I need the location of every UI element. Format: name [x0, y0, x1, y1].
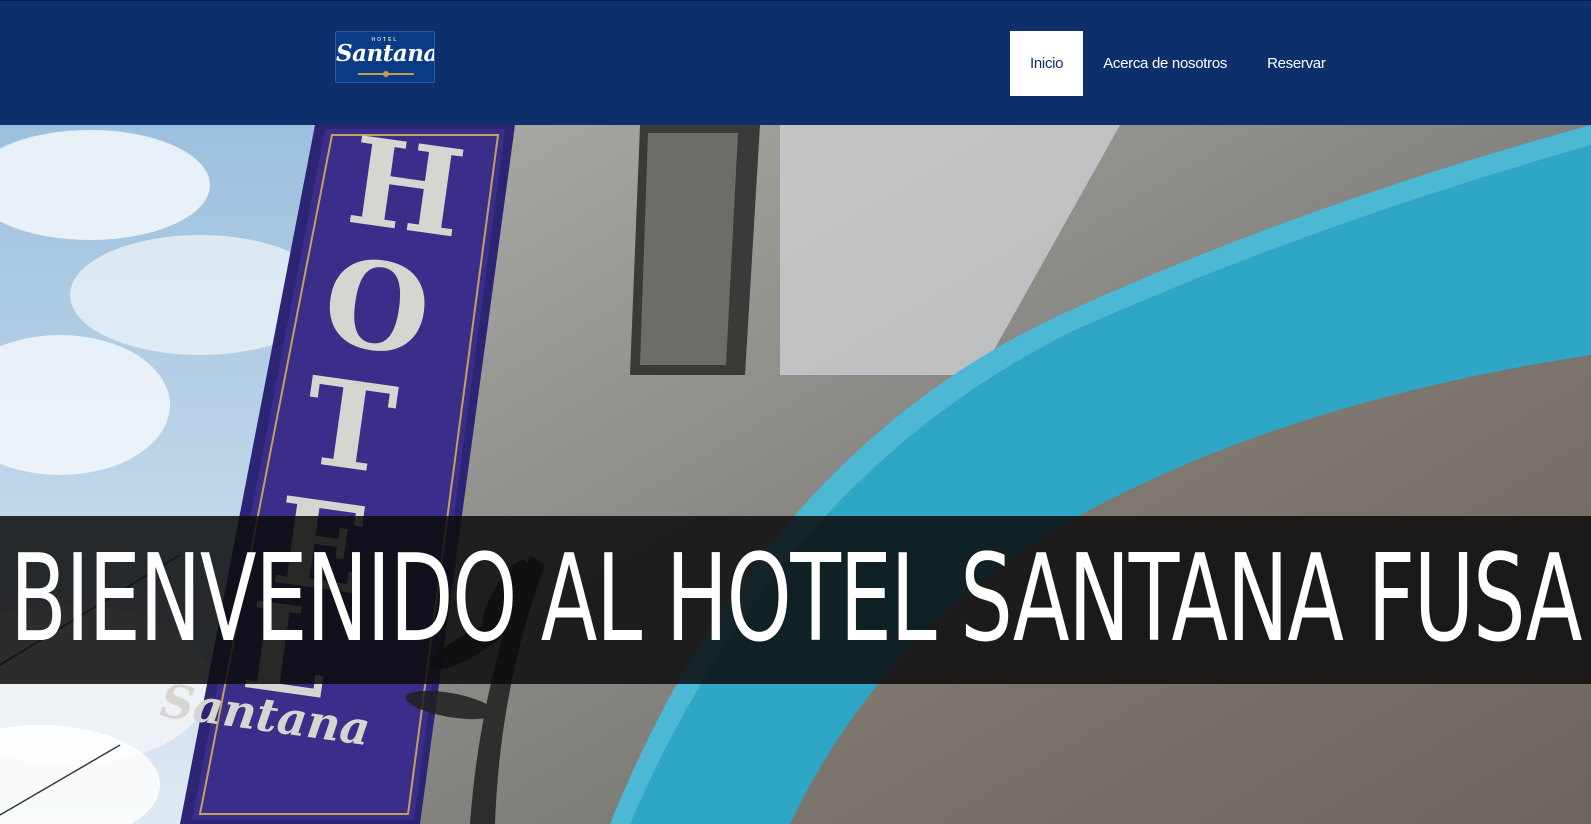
top-navbar: HOTEL Santana Inicio Acerca de nosotros … — [0, 0, 1591, 125]
logo-santana-text: Santana — [336, 40, 435, 67]
hero-background-image: H O T E L Santana — [0, 125, 1591, 824]
nav-item-inicio[interactable]: Inicio — [1010, 31, 1084, 96]
hotel-logo[interactable]: HOTEL Santana — [335, 31, 435, 83]
nav-item-reservar[interactable]: Reservar — [1247, 31, 1345, 96]
hero-section: H O T E L Santana BIENVENIDO AL HOTEL SA… — [0, 125, 1591, 824]
welcome-banner: BIENVENIDO AL HOTEL SANTANA FUSA — [0, 516, 1591, 684]
nav-item-acerca-de-nosotros[interactable]: Acerca de nosotros — [1083, 31, 1247, 96]
main-navigation: Inicio Acerca de nosotros Reservar — [1010, 31, 1346, 96]
logo-ornament-icon — [358, 71, 414, 77]
welcome-title: BIENVENIDO AL HOTEL SANTANA FUSA — [10, 530, 1582, 669]
